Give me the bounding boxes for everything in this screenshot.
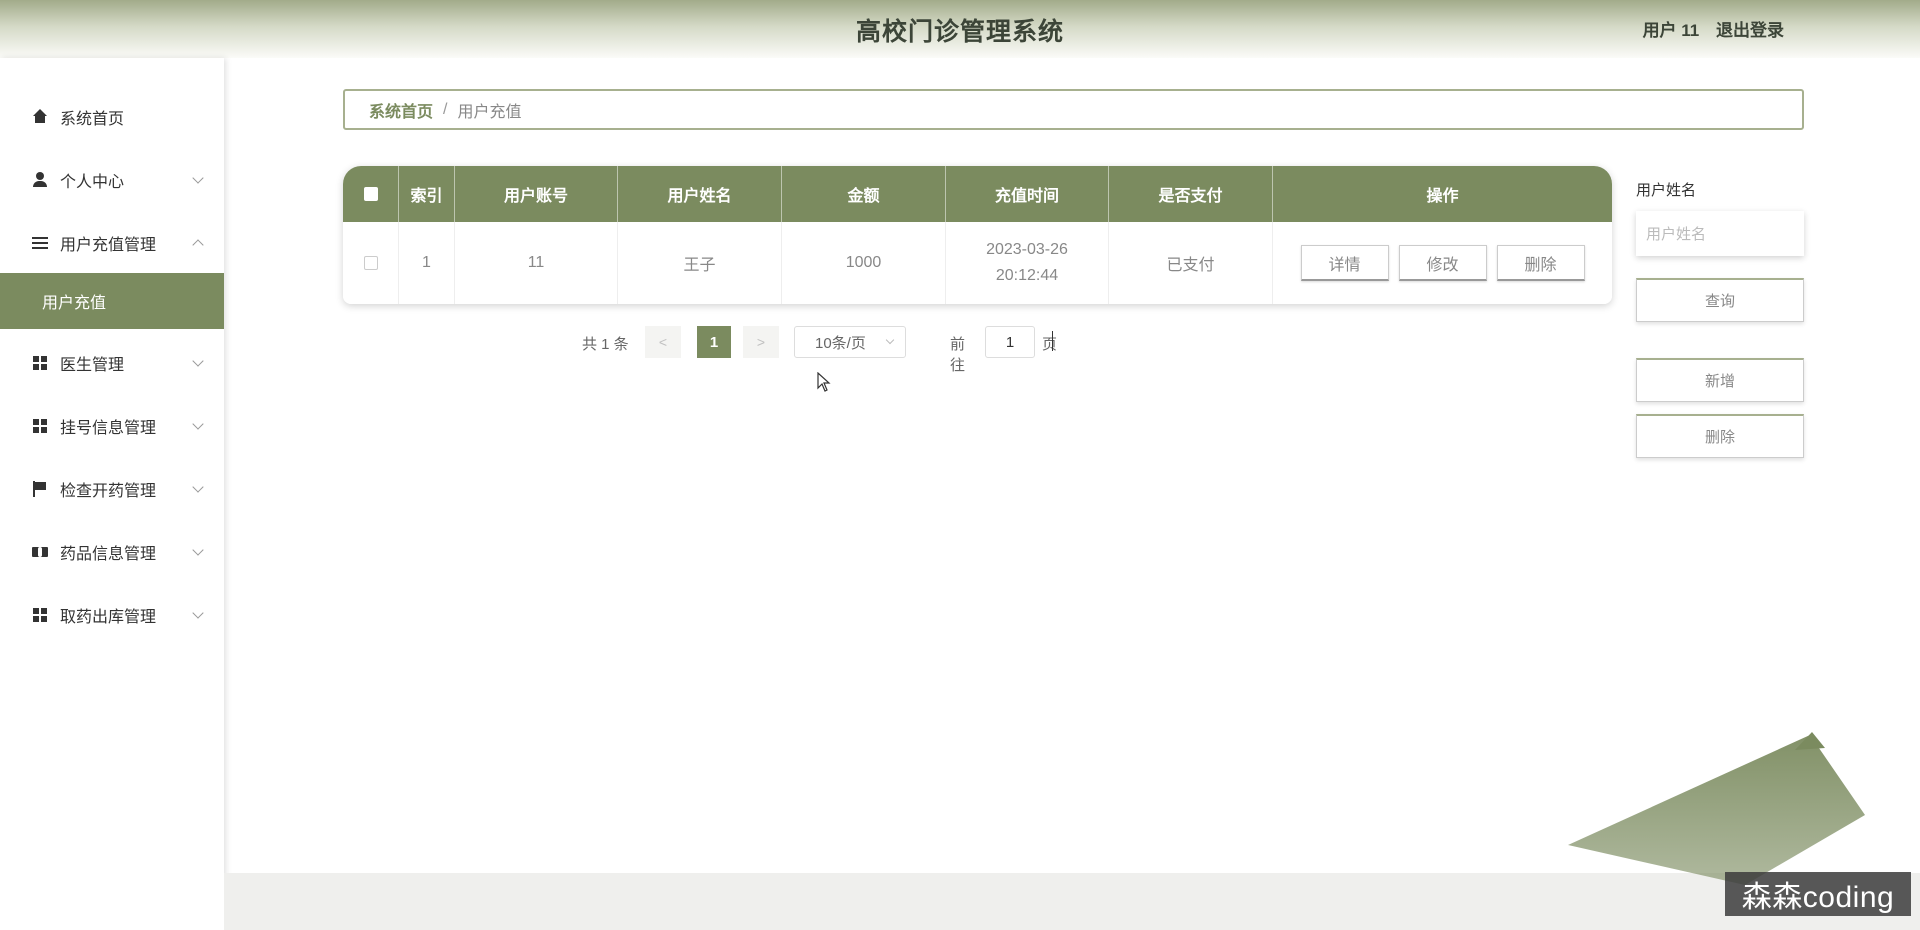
home-icon bbox=[32, 109, 48, 125]
column-header: 充值时间 bbox=[946, 166, 1109, 222]
grid-icon bbox=[32, 355, 48, 371]
table-row: 1 11 王子 1000 2023-03-26 20:12:44 已支付 详情 … bbox=[343, 222, 1612, 304]
column-header: 用户账号 bbox=[455, 166, 618, 222]
prev-page-button[interactable]: < bbox=[645, 326, 681, 358]
column-header: 索引 bbox=[399, 166, 455, 222]
column-header: 金额 bbox=[782, 166, 946, 222]
cell-time: 2023-03-26 20:12:44 bbox=[946, 222, 1109, 304]
column-header: 操作 bbox=[1426, 188, 1459, 205]
sidebar: 系统首页 个人中心 用户充值管理 用户充值 医生管理 挂号信息管理 检查开药管理… bbox=[0, 58, 224, 930]
sidebar-item-prescription-management[interactable]: 检查开药管理 bbox=[0, 461, 224, 517]
edit-button[interactable]: 修改 bbox=[1398, 245, 1487, 281]
cell-amount: 1000 bbox=[782, 222, 946, 304]
cell-name: 王子 bbox=[618, 222, 782, 304]
chevron-down-icon bbox=[192, 172, 204, 184]
select-all-cell bbox=[343, 166, 399, 222]
mouse-pointer-icon bbox=[817, 372, 831, 392]
pagination-total: 共 1 条 bbox=[582, 336, 629, 353]
watermark: 森森coding bbox=[1725, 872, 1911, 916]
search-label: 用户姓名 bbox=[1636, 182, 1697, 199]
chevron-down-icon bbox=[192, 418, 204, 430]
cell-index: 1 bbox=[399, 222, 455, 304]
sidebar-item-medicine-management[interactable]: 药品信息管理 bbox=[0, 524, 224, 580]
page-number-button[interactable]: 1 bbox=[697, 326, 731, 358]
sidebar-item-label: 用户充值管理 bbox=[60, 237, 157, 254]
column-header: 是否支付 bbox=[1109, 166, 1273, 222]
goto-label: 前往 bbox=[950, 336, 966, 374]
delete-row-button[interactable]: 删除 bbox=[1496, 245, 1585, 281]
list-icon bbox=[32, 235, 48, 251]
sidebar-item-label: 检查开药管理 bbox=[60, 483, 157, 500]
user-label: 用户 11 bbox=[1642, 21, 1700, 40]
table-header: 索引 用户账号 用户姓名 金额 充值时间 是否支付 操作 bbox=[343, 166, 1612, 222]
query-button[interactable]: 查询 bbox=[1636, 278, 1804, 322]
logout-button[interactable]: 退出登录 bbox=[1716, 21, 1784, 40]
detail-button[interactable]: 详情 bbox=[1300, 245, 1389, 281]
sidebar-item-label: 挂号信息管理 bbox=[60, 420, 157, 437]
breadcrumb-home-link[interactable]: 系统首页 bbox=[369, 98, 433, 122]
column-header: 用户姓名 bbox=[618, 166, 782, 222]
cell-paid: 已支付 bbox=[1109, 222, 1273, 304]
page-suffix: 页 bbox=[1042, 336, 1058, 353]
grid-icon bbox=[32, 418, 48, 434]
user-icon bbox=[32, 172, 48, 188]
breadcrumb-current: 用户充值 bbox=[457, 103, 522, 121]
chevron-down-icon bbox=[192, 481, 204, 493]
sidebar-subitem-user-recharge[interactable]: 用户充值 bbox=[0, 273, 224, 329]
sidebar-item-label: 个人中心 bbox=[60, 174, 125, 191]
cell-actions: 详情 修改 删除 bbox=[1273, 222, 1612, 304]
text-caret bbox=[1052, 331, 1053, 351]
page-size-select[interactable]: 10条/页 bbox=[794, 326, 906, 358]
sidebar-item-label: 系统首页 bbox=[60, 111, 125, 128]
chevron-down-icon bbox=[192, 355, 204, 367]
chevron-down-icon bbox=[192, 607, 204, 619]
sidebar-item-registration-management[interactable]: 挂号信息管理 bbox=[0, 398, 224, 454]
row-select-cell bbox=[343, 222, 399, 304]
sidebar-item-personal-center[interactable]: 个人中心 bbox=[0, 152, 224, 208]
sidebar-item-home[interactable]: 系统首页 bbox=[0, 89, 224, 145]
chevron-down-icon bbox=[885, 335, 895, 345]
sidebar-item-label: 药品信息管理 bbox=[60, 546, 157, 563]
sidebar-item-dispense-management[interactable]: 取药出库管理 bbox=[0, 587, 224, 643]
page-size-value: 10条/页 bbox=[815, 334, 866, 352]
grid-icon bbox=[32, 607, 48, 623]
row-checkbox[interactable] bbox=[363, 256, 378, 270]
goto-page-input[interactable]: 1 bbox=[985, 326, 1035, 358]
sidebar-item-label: 取药出库管理 bbox=[60, 609, 157, 626]
cell-account: 11 bbox=[455, 222, 618, 304]
sidebar-item-label: 医生管理 bbox=[60, 357, 125, 374]
chevron-up-icon bbox=[192, 239, 204, 251]
chevron-down-icon bbox=[192, 544, 204, 556]
ticket-icon bbox=[32, 544, 48, 560]
name-search-input[interactable]: 用户姓名 bbox=[1636, 211, 1804, 256]
breadcrumb: 系统首页 / 用户充值 bbox=[343, 89, 1804, 130]
next-page-button[interactable]: > bbox=[743, 326, 779, 358]
breadcrumb-separator: / bbox=[443, 100, 448, 118]
user-area: 用户 11 退出登录 bbox=[1631, 16, 1784, 41]
flag-icon bbox=[32, 481, 48, 497]
batch-delete-button[interactable]: 删除 bbox=[1636, 414, 1804, 458]
sidebar-item-recharge-management[interactable]: 用户充值管理 bbox=[0, 215, 224, 271]
data-table: 索引 用户账号 用户姓名 金额 充值时间 是否支付 操作 1 11 王子 100… bbox=[343, 166, 1612, 304]
sidebar-item-doctor-management[interactable]: 医生管理 bbox=[0, 335, 224, 391]
top-header: 高校门诊管理系统 用户 11 退出登录 bbox=[0, 0, 1920, 58]
add-button[interactable]: 新增 bbox=[1636, 358, 1804, 402]
select-all-checkbox[interactable] bbox=[363, 187, 378, 201]
